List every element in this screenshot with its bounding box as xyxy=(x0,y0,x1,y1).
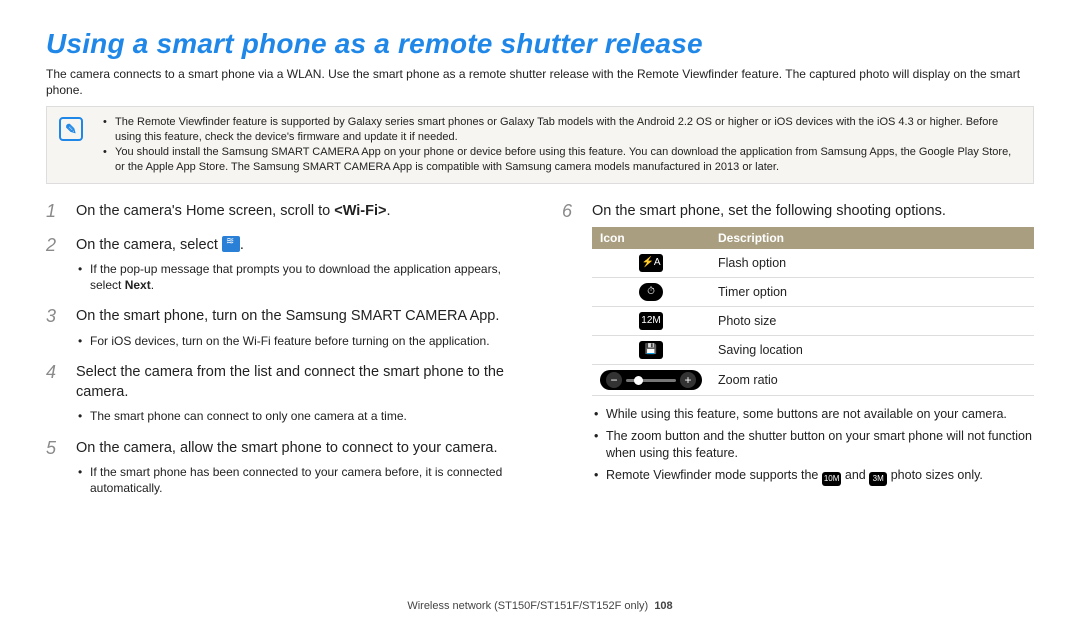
table-header-description: Description xyxy=(710,227,1034,249)
step-3: 3 On the smart phone, turn on the Samsun… xyxy=(46,307,518,349)
step-number: 2 xyxy=(46,236,64,294)
step-sub-item: If the smart phone has been connected to… xyxy=(76,464,518,496)
note-list: The Remote Viewfinder feature is support… xyxy=(103,115,1023,174)
table-row: ⚡A Flash option xyxy=(592,249,1034,278)
page-footer: Wireless network (ST150F/ST151F/ST152F o… xyxy=(0,600,1080,612)
step-sub-list: If the pop-up message that prompts you t… xyxy=(76,261,518,293)
table-header-icon: Icon xyxy=(592,227,710,249)
option-description: Photo size xyxy=(710,307,1034,336)
step-4: 4 Select the camera from the list and co… xyxy=(46,363,518,424)
note-icon: ✎ xyxy=(59,117,83,141)
step-sub-item: The smart phone can connect to only one … xyxy=(76,408,518,424)
table-row: ⏱ Timer option xyxy=(592,278,1034,307)
step-number: 1 xyxy=(46,202,64,222)
remote-viewfinder-icon xyxy=(222,236,240,252)
photo-size-12m-icon: 12M xyxy=(639,312,663,330)
step-number: 6 xyxy=(562,202,580,490)
option-description: Flash option xyxy=(710,249,1034,278)
option-description: Timer option xyxy=(710,278,1034,307)
step-text: On the camera, allow the smart phone to … xyxy=(76,439,518,459)
steps-list-left: 1 On the camera's Home screen, scroll to… xyxy=(46,202,518,497)
step-5: 5 On the camera, allow the smart phone t… xyxy=(46,439,518,497)
after-note-item: The zoom button and the shutter button o… xyxy=(592,428,1034,463)
photo-size-3m-icon: 3M xyxy=(869,472,887,486)
photo-size-10m-icon: 10M xyxy=(822,472,842,486)
flash-auto-icon: ⚡A xyxy=(639,254,663,272)
zoom-in-icon: + xyxy=(680,372,696,388)
left-column: 1 On the camera's Home screen, scroll to… xyxy=(46,202,518,511)
option-description: Zoom ratio xyxy=(710,365,1034,396)
after-notes: While using this feature, some buttons a… xyxy=(592,406,1034,486)
zoom-slider-icon: − + xyxy=(600,370,702,390)
step-text: Select the camera from the list and conn… xyxy=(76,363,518,402)
footer-section: Wireless network (ST150F/ST151F/ST152F o… xyxy=(407,600,648,612)
steps-list-right: 6 On the smart phone, set the following … xyxy=(562,202,1034,490)
step-sub-item: If the pop-up message that prompts you t… xyxy=(76,261,518,293)
table-row: 💾 Saving location xyxy=(592,336,1034,365)
step-sub-list: If the smart phone has been connected to… xyxy=(76,464,518,496)
after-note-item: While using this feature, some buttons a… xyxy=(592,406,1034,424)
note-item: You should install the Samsung SMART CAM… xyxy=(103,145,1023,175)
step-text: On the smart phone, set the following sh… xyxy=(592,202,1034,222)
zoom-track xyxy=(626,379,676,382)
intro-paragraph: The camera connects to a smart phone via… xyxy=(46,66,1034,98)
note-box: ✎ The Remote Viewfinder feature is suppo… xyxy=(46,106,1034,183)
step-text: On the smart phone, turn on the Samsung … xyxy=(76,307,518,327)
step-number: 5 xyxy=(46,439,64,497)
columns: 1 On the camera's Home screen, scroll to… xyxy=(46,202,1034,511)
step-text: On the camera's Home screen, scroll to <… xyxy=(76,202,518,222)
table-row: 12M Photo size xyxy=(592,307,1034,336)
step-2: 2 On the camera, select . If the pop-up … xyxy=(46,236,518,294)
shooting-options-table: Icon Description ⚡A Flash option xyxy=(592,227,1034,396)
manual-page: Using a smart phone as a remote shutter … xyxy=(0,0,1080,630)
table-row: − + Zoom ratio xyxy=(592,365,1034,396)
note-item: The Remote Viewfinder feature is support… xyxy=(103,115,1023,145)
after-note-item: Remote Viewfinder mode supports the 10M … xyxy=(592,467,1034,486)
right-column: 6 On the smart phone, set the following … xyxy=(562,202,1034,511)
step-sub-list: The smart phone can connect to only one … xyxy=(76,408,518,424)
zoom-out-icon: − xyxy=(606,372,622,388)
step-sub-item: For iOS devices, turn on the Wi-Fi featu… xyxy=(76,333,518,349)
step-1: 1 On the camera's Home screen, scroll to… xyxy=(46,202,518,222)
save-location-icon: 💾 xyxy=(639,341,663,359)
step-6: 6 On the smart phone, set the following … xyxy=(562,202,1034,490)
option-description: Saving location xyxy=(710,336,1034,365)
page-number: 108 xyxy=(654,600,672,612)
step-number: 4 xyxy=(46,363,64,424)
timer-icon: ⏱ xyxy=(639,283,663,301)
page-title: Using a smart phone as a remote shutter … xyxy=(46,28,1034,60)
step-text: On the camera, select . xyxy=(76,236,518,256)
step-number: 3 xyxy=(46,307,64,349)
step-sub-list: For iOS devices, turn on the Wi-Fi featu… xyxy=(76,333,518,349)
